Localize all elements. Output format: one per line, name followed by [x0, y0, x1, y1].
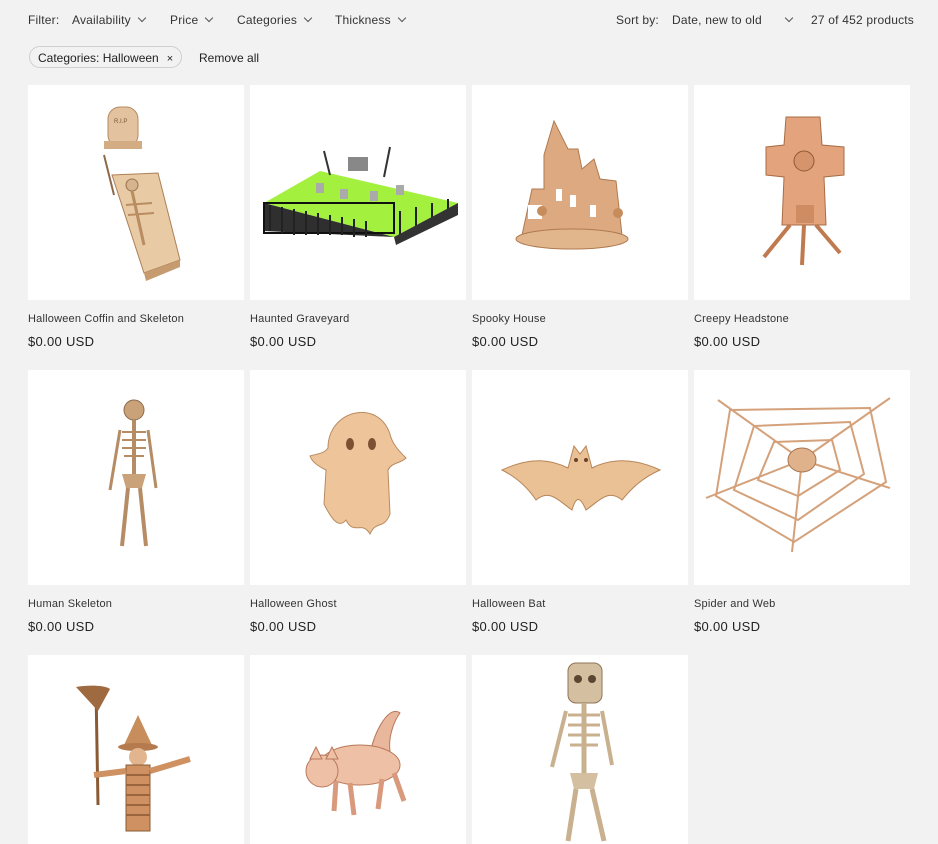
- product-price: $0.00 USD: [472, 334, 539, 349]
- filter-label: Filter:: [28, 13, 60, 27]
- product-card[interactable]: R.I.P Halloween Coffin and Skeleton $0.0…: [28, 85, 244, 349]
- product-image-skeleton-figure[interactable]: [472, 655, 688, 844]
- product-card[interactable]: Human Skeleton $0.00 USD: [28, 370, 244, 634]
- filter-thickness[interactable]: Thickness: [335, 13, 407, 27]
- product-image-spooky-house[interactable]: [472, 85, 688, 300]
- product-card[interactable]: Spooky House $0.00 USD: [472, 85, 688, 349]
- product-title[interactable]: Haunted Graveyard: [250, 313, 349, 325]
- filter-availability[interactable]: Availability: [72, 13, 147, 27]
- product-image-human-skeleton[interactable]: [28, 370, 244, 585]
- product-image-creepy-headstone[interactable]: [694, 85, 910, 300]
- filter-availability-label: Availability: [72, 13, 131, 27]
- active-filter-pill[interactable]: Categories: Halloween ×: [29, 46, 183, 68]
- sort-label: Sort by:: [616, 13, 659, 27]
- close-icon[interactable]: ×: [167, 53, 173, 65]
- product-image-graveyard[interactable]: [250, 85, 466, 300]
- remove-all-link[interactable]: Remove all: [199, 51, 259, 65]
- filter-categories-label: Categories: [237, 13, 298, 27]
- sort-select-value: Date, new to old: [672, 13, 762, 27]
- filter-bar: Filter: Availability Price Categories Th…: [0, 0, 938, 40]
- chevron-down-icon: [137, 13, 147, 23]
- product-title[interactable]: Human Skeleton: [28, 598, 112, 610]
- filter-categories[interactable]: Categories: [237, 13, 313, 27]
- product-image-spider-web[interactable]: [694, 370, 910, 585]
- product-card[interactable]: [250, 655, 466, 844]
- chevron-down-icon: [205, 13, 214, 23]
- sort-select[interactable]: Date, new to old: [672, 13, 794, 27]
- product-price: $0.00 USD: [250, 334, 317, 349]
- filter-price[interactable]: Price: [170, 13, 214, 27]
- product-image-witch[interactable]: [28, 655, 244, 844]
- svg-text:R.I.P: R.I.P: [114, 119, 127, 125]
- product-title[interactable]: Creepy Headstone: [694, 313, 789, 325]
- product-title[interactable]: Halloween Coffin and Skeleton: [28, 313, 184, 325]
- product-image-coffin-skeleton[interactable]: R.I.P: [28, 85, 244, 300]
- chevron-down-icon: [303, 13, 313, 23]
- product-title[interactable]: Halloween Bat: [472, 598, 546, 610]
- product-card[interactable]: Creepy Headstone $0.00 USD: [694, 85, 910, 349]
- product-card[interactable]: Haunted Graveyard $0.00 USD: [250, 85, 466, 349]
- product-price: $0.00 USD: [28, 334, 95, 349]
- filter-thickness-label: Thickness: [335, 13, 391, 27]
- product-card[interactable]: Halloween Ghost $0.00 USD: [250, 370, 466, 634]
- filter-price-label: Price: [170, 13, 199, 27]
- product-title[interactable]: Halloween Ghost: [250, 598, 337, 610]
- product-card[interactable]: [472, 655, 688, 844]
- product-title[interactable]: Spooky House: [472, 313, 546, 325]
- product-card[interactable]: [28, 655, 244, 844]
- chevron-down-icon: [784, 13, 794, 23]
- product-price: $0.00 USD: [694, 619, 761, 634]
- product-image-bat[interactable]: [472, 370, 688, 585]
- product-price: $0.00 USD: [694, 334, 761, 349]
- product-card[interactable]: Halloween Bat $0.00 USD: [472, 370, 688, 634]
- product-image-ghost[interactable]: [250, 370, 466, 585]
- product-price: $0.00 USD: [250, 619, 317, 634]
- chevron-down-icon: [397, 13, 407, 23]
- active-filter-label: Categories: Halloween: [38, 51, 159, 65]
- product-image-cat[interactable]: [250, 655, 466, 844]
- product-price: $0.00 USD: [472, 619, 539, 634]
- product-price: $0.00 USD: [28, 619, 95, 634]
- product-title[interactable]: Spider and Web: [694, 598, 775, 610]
- product-count: 27 of 452 products: [811, 13, 915, 27]
- product-card[interactable]: Spider and Web $0.00 USD: [694, 370, 910, 634]
